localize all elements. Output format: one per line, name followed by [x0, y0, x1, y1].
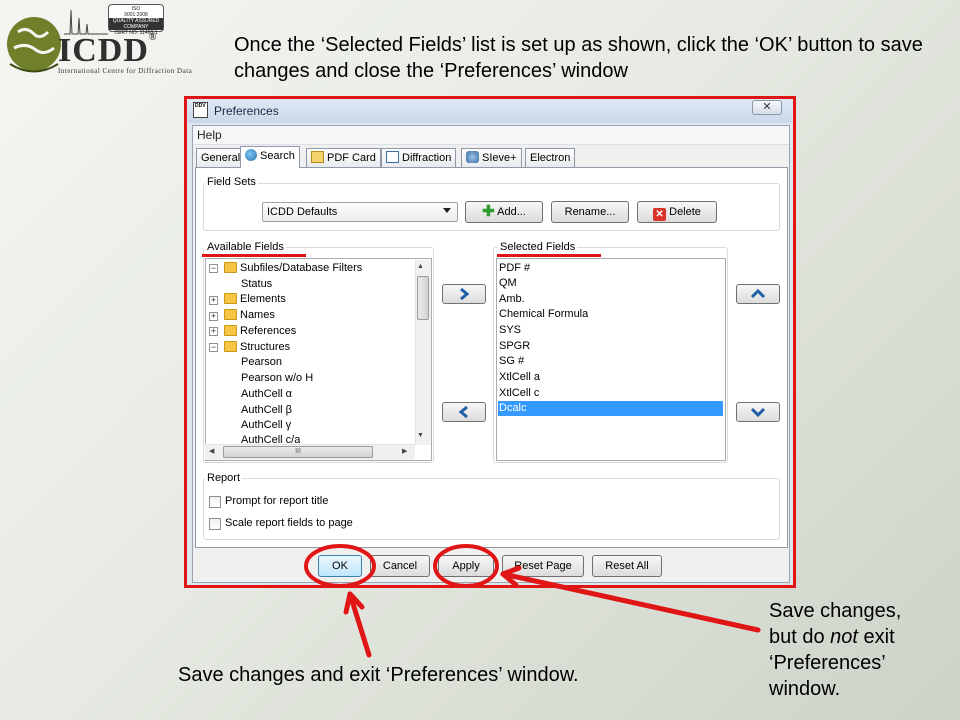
arrow-to-ok: [343, 591, 372, 658]
arrow-to-apply: [500, 565, 761, 633]
ok-annotation: Save changes and exit ‘Preferences’ wind…: [178, 664, 579, 686]
apply-annotation: Save changes, but do not exit ‘Preferenc…: [769, 600, 902, 700]
tab-search[interactable]: Search: [240, 146, 300, 168]
apply-highlight-circle: [433, 544, 499, 588]
globe-search-icon: [245, 149, 257, 161]
ok-highlight-circle: [304, 544, 376, 588]
